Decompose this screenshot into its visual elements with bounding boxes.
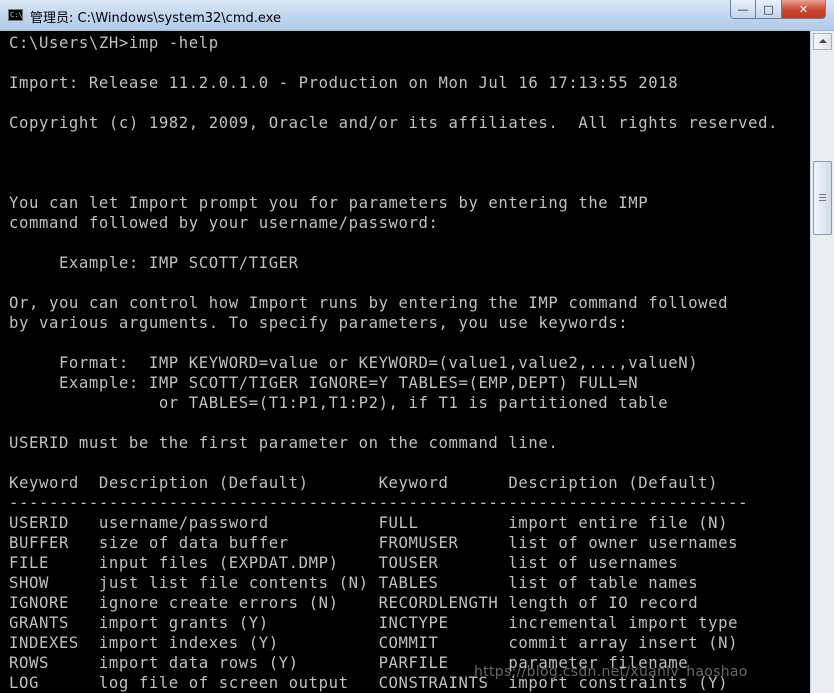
console-line: C:\Users\ZH>imp -help	[9, 34, 219, 52]
console-line: Copyright (c) 1982, 2009, Oracle and/or …	[9, 114, 779, 132]
console-line: SHOW just list file contents (N) TABLES …	[9, 574, 699, 592]
console-line: or TABLES=(T1:P1,T1:P2), if T1 is partit…	[9, 394, 669, 412]
vertical-scrollbar[interactable]	[810, 31, 834, 693]
watermark: https://blog.csdn.net/xuanlv_haoshao	[474, 664, 748, 680]
console-line: INDEXES import indexes (Y) COMMIT commit…	[9, 634, 739, 652]
console-line: command followed by your username/passwo…	[9, 214, 439, 232]
title-bar[interactable]: C:\ 管理员: C:\Windows\system32\cmd.exe — □…	[0, 0, 834, 31]
console-line: Example: IMP SCOTT/TIGER	[9, 254, 299, 272]
console-lines: C:\Users\ZH>imp -help Import: Release 11.…	[9, 33, 778, 693]
grip-icon	[819, 194, 826, 195]
cmd-window: C:\ 管理员: C:\Windows\system32\cmd.exe — □…	[0, 0, 834, 693]
scrollbar-thumb[interactable]	[813, 161, 832, 235]
scroll-up-arrow-icon[interactable]	[813, 33, 832, 50]
console-line: Format: IMP KEYWORD=value or KEYWORD=(va…	[9, 354, 699, 372]
console-line: ----------------------------------------…	[9, 494, 749, 512]
cmd-app-icon[interactable]: C:\	[8, 9, 23, 21]
console-output[interactable]: C:\Users\ZH>imp -help Import: Release 11.…	[0, 31, 810, 693]
console-line: USERID must be the first parameter on th…	[9, 434, 559, 452]
console-line: Import: Release 11.2.0.1.0 - Production …	[9, 74, 679, 92]
console-line: Or, you can control how Import runs by e…	[9, 294, 729, 312]
window-controls: — □ ✕	[730, 0, 826, 20]
minimize-button[interactable]: —	[730, 0, 756, 19]
console-line: IGNORE ignore create errors (N) RECORDLE…	[9, 594, 699, 612]
console-line: You can let Import prompt you for parame…	[9, 194, 649, 212]
close-button[interactable]: ✕	[782, 0, 826, 19]
console-line: Keyword Description (Default) Keyword De…	[9, 474, 719, 492]
console-line: BUFFER size of data buffer FROMUSER list…	[9, 534, 739, 552]
console-line: by various arguments. To specify paramet…	[9, 314, 629, 332]
maximize-button[interactable]: □	[756, 0, 782, 19]
console-line: USERID username/password FULL import ent…	[9, 514, 729, 532]
console-line: FILE input files (EXPDAT.DMP) TOUSER lis…	[9, 554, 679, 572]
window-title: 管理员: C:\Windows\system32\cmd.exe	[30, 11, 281, 26]
console-line: Example: IMP SCOTT/TIGER IGNORE=Y TABLES…	[9, 374, 639, 392]
cmd-icon-label: C:\	[10, 11, 23, 19]
console-line: GRANTS import grants (Y) INCTYPE increme…	[9, 614, 739, 632]
